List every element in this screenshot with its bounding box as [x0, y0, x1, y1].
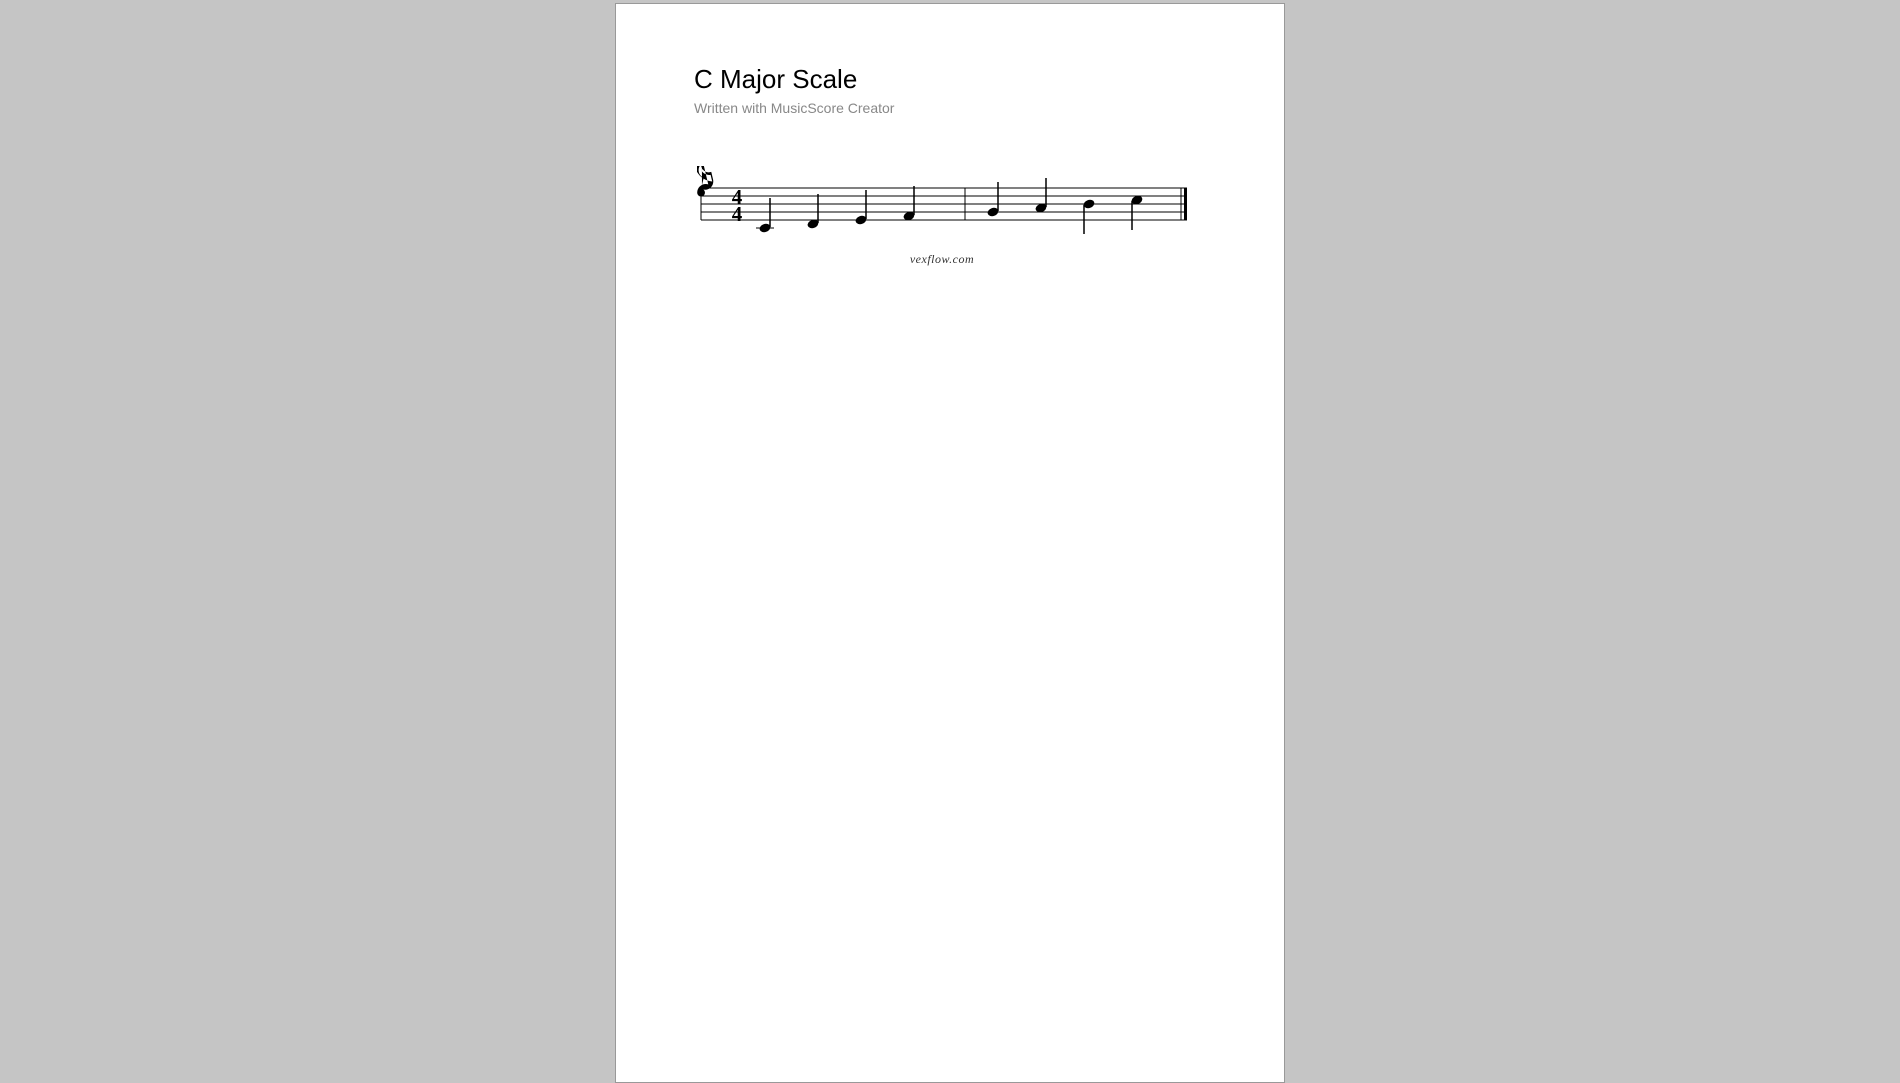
document-page: C Major Scale Written with MusicScore Cr… — [615, 3, 1285, 1083]
staff-lines — [701, 188, 1187, 220]
watermark: vexflow.com — [697, 252, 1187, 267]
note-c4 — [758, 198, 771, 234]
time-sig-den: 4 — [732, 202, 743, 226]
score-subtitle: Written with MusicScore Creator — [694, 100, 1206, 116]
score-title: C Major Scale — [694, 64, 1206, 95]
staff-svg: 4 4 — [697, 166, 1187, 246]
note-b4 — [1082, 198, 1095, 234]
time-signature: 4 4 — [732, 185, 743, 226]
note-e4 — [854, 190, 867, 226]
music-score: 4 4 — [697, 166, 1187, 267]
note-g4 — [986, 182, 999, 218]
treble-clef-icon — [697, 166, 716, 197]
